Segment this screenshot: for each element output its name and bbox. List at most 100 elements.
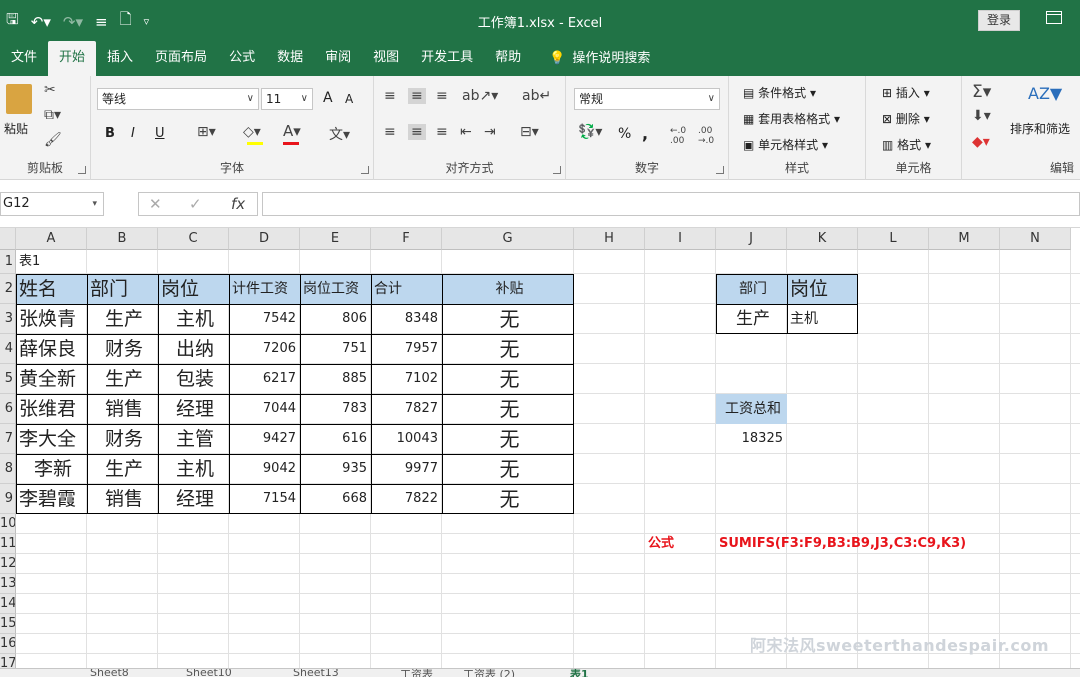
tab-review[interactable]: 审阅: [314, 41, 362, 76]
percent-button[interactable]: %: [618, 126, 631, 142]
wrap-text-icon[interactable]: ab↵: [522, 88, 551, 104]
row-header-16[interactable]: 16: [0, 634, 16, 654]
autosum-icon[interactable]: Σ▾: [972, 82, 991, 102]
row-header-14[interactable]: 14: [0, 594, 16, 614]
delete-cells-button[interactable]: ⊠ 删除 ▾: [882, 110, 930, 127]
clear-icon[interactable]: ◆▾: [972, 134, 990, 150]
underline-button[interactable]: U: [155, 126, 165, 141]
font-size-select[interactable]: 11 ∨: [261, 88, 313, 110]
sheet-tab[interactable]: 表1: [570, 669, 589, 677]
insert-function-icon[interactable]: fx: [231, 195, 245, 213]
font-name-select[interactable]: 等线 ∨: [97, 88, 259, 110]
formula-input[interactable]: [262, 192, 1080, 216]
sheet-tab[interactable]: 工资表: [400, 669, 433, 677]
decrease-decimal-icon[interactable]: .00 →.0: [698, 126, 714, 146]
row-header-11[interactable]: 11: [0, 534, 16, 554]
sheet-tab[interactable]: Sheet13: [293, 669, 339, 677]
column-header-f[interactable]: F: [371, 228, 442, 250]
row-header-12[interactable]: 12: [0, 554, 16, 574]
column-header-n[interactable]: N: [1000, 228, 1071, 250]
formula-text[interactable]: SUMIFS(F3:F9,B3:B9,J3,C3:C9,K3): [716, 534, 966, 554]
table-title[interactable]: 表1: [16, 250, 87, 274]
worksheet-grid[interactable]: A B C D E F G H I J K L M N 1 2 3 4 5 6 7 8 9 10 11 12 13 14 15 16 17 表…: [0, 228, 1080, 668]
column-header-k[interactable]: K: [787, 228, 858, 250]
tab-formulas[interactable]: 公式: [218, 41, 266, 76]
fill-icon[interactable]: ⬇▾: [972, 108, 991, 124]
format-painter-icon[interactable]: 🖌: [44, 132, 62, 148]
column-header-c[interactable]: C: [158, 228, 229, 250]
column-header-g[interactable]: G: [442, 228, 574, 250]
sheet-tab[interactable]: 工资表 (2): [463, 669, 515, 677]
column-header-m[interactable]: M: [929, 228, 1000, 250]
comma-button[interactable]: ,: [642, 124, 648, 143]
sheet-tab[interactable]: Sheet10: [186, 669, 232, 677]
paste-icon[interactable]: [6, 84, 32, 114]
fill-color-icon[interactable]: ◇▾: [243, 124, 261, 140]
row-header-1[interactable]: 1: [0, 250, 16, 274]
conditional-formatting-button[interactable]: ▤ 条件格式 ▾: [743, 84, 816, 101]
font-launcher-icon[interactable]: [361, 166, 369, 174]
align-left-icon[interactable]: ≡: [384, 124, 396, 140]
login-button[interactable]: 登录: [978, 10, 1020, 31]
orientation-icon[interactable]: ab↗▾: [462, 88, 498, 104]
cell-styles-button[interactable]: ▣ 单元格样式 ▾: [743, 136, 828, 153]
tab-home[interactable]: 开始: [48, 41, 97, 76]
bold-button[interactable]: B: [105, 126, 115, 141]
enter-icon[interactable]: ✓: [189, 195, 202, 213]
align-bottom-icon[interactable]: ≡: [436, 88, 448, 104]
increase-indent-icon[interactable]: ⇥: [484, 124, 496, 140]
decrease-indent-icon[interactable]: ⇤: [460, 124, 472, 140]
align-center-icon[interactable]: ≡: [408, 124, 426, 140]
cancel-icon[interactable]: ✕: [149, 195, 162, 213]
accounting-format-icon[interactable]: 💱▾: [578, 124, 602, 140]
column-header-l[interactable]: L: [858, 228, 929, 250]
tab-view[interactable]: 视图: [362, 41, 410, 76]
merge-center-icon[interactable]: ⊟▾: [520, 124, 539, 140]
row-header-6[interactable]: 6: [0, 394, 16, 424]
column-header-d[interactable]: D: [229, 228, 300, 250]
row-header-13[interactable]: 13: [0, 574, 16, 594]
row-header-10[interactable]: 10: [0, 514, 16, 534]
font-color-icon[interactable]: A▾: [283, 122, 301, 140]
row-header-7[interactable]: 7: [0, 424, 16, 454]
italic-button[interactable]: I: [131, 126, 135, 141]
row-header-17[interactable]: 17: [0, 654, 16, 668]
border-icon[interactable]: ⊞▾: [197, 124, 216, 140]
column-header-j[interactable]: J: [716, 228, 787, 250]
increase-decimal-icon[interactable]: ←.0.00: [670, 126, 686, 146]
row-header-15[interactable]: 15: [0, 614, 16, 634]
column-header-h[interactable]: H: [574, 228, 645, 250]
alignment-launcher-icon[interactable]: [553, 166, 561, 174]
sum-value[interactable]: 18325: [716, 424, 787, 454]
formula-label[interactable]: 公式: [645, 534, 716, 554]
row-header-3[interactable]: 3: [0, 304, 16, 334]
tab-data[interactable]: 数据: [266, 41, 314, 76]
tab-insert[interactable]: 插入: [96, 41, 144, 76]
sort-filter-button[interactable]: 排序和筛选: [1010, 120, 1070, 137]
tab-help[interactable]: 帮助: [484, 41, 532, 76]
format-as-table-button[interactable]: ▦ 套用表格格式 ▾: [743, 110, 840, 127]
paste-button[interactable]: 粘贴: [4, 120, 28, 137]
select-all-corner[interactable]: [0, 228, 16, 250]
row-header-9[interactable]: 9: [0, 484, 16, 514]
cut-icon[interactable]: ✂: [44, 82, 56, 98]
column-header-b[interactable]: B: [87, 228, 158, 250]
column-header-e[interactable]: E: [300, 228, 371, 250]
insert-cells-button[interactable]: ⊞ 插入 ▾: [882, 84, 930, 101]
align-right-icon[interactable]: ≡: [436, 124, 448, 140]
tab-file[interactable]: 文件: [0, 41, 48, 76]
number-format-select[interactable]: 常规 ∨: [574, 88, 720, 110]
copy-icon[interactable]: ⧉▾: [44, 107, 61, 123]
sort-filter-icon[interactable]: AZ▼: [1028, 84, 1062, 103]
shrink-font-button[interactable]: A: [345, 92, 353, 106]
tab-page-layout[interactable]: 页面布局: [144, 41, 218, 76]
ribbon-display-icon[interactable]: [1046, 11, 1062, 24]
row-header-5[interactable]: 5: [0, 364, 16, 394]
row-header-4[interactable]: 4: [0, 334, 16, 364]
format-cells-button[interactable]: ▥ 格式 ▾: [882, 136, 931, 153]
align-middle-icon[interactable]: ≡: [408, 88, 426, 104]
sheet-tab[interactable]: Sheet8: [90, 669, 129, 677]
row-header-2[interactable]: 2: [0, 274, 16, 304]
column-header-a[interactable]: A: [16, 228, 87, 250]
row-header-8[interactable]: 8: [0, 454, 16, 484]
